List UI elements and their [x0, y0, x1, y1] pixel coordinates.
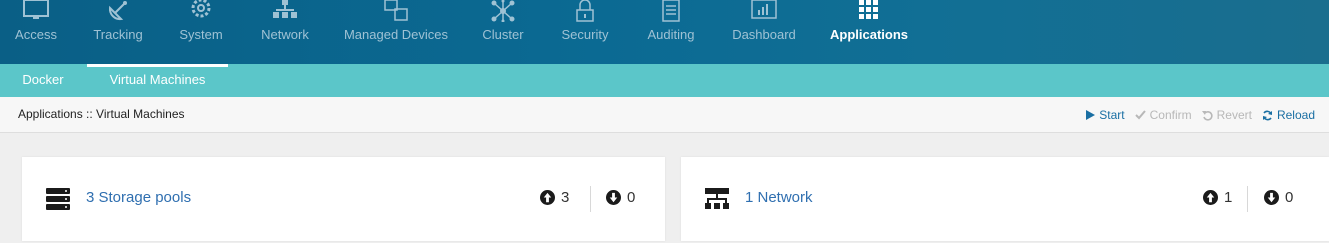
up-count-value: 1 [1224, 189, 1233, 206]
nav-item-tracking[interactable]: Tracking [90, 0, 146, 64]
network-card: 1 Network 1 0 [681, 157, 1329, 241]
confirm-button[interactable]: Confirm [1134, 108, 1192, 122]
grid-icon [859, 0, 878, 19]
breadcrumb-bar: Applications :: Virtual Machines Start C… [0, 97, 1329, 133]
revert-label: Revert [1216, 108, 1252, 122]
tab-virtual-machines[interactable]: Virtual Machines [87, 64, 228, 97]
nav-label: System [179, 27, 223, 42]
arrow-up-circle-icon [540, 190, 555, 205]
nav-label: Auditing [647, 27, 695, 42]
confirm-label: Confirm [1149, 108, 1192, 122]
divider [590, 186, 591, 212]
top-navigation: Access Tracking System Network Managed D… [0, 0, 1329, 64]
nav-item-cluster[interactable]: Cluster [478, 0, 528, 64]
arrow-down-circle-icon [1264, 190, 1279, 205]
nav-label: Security [561, 27, 609, 42]
start-button[interactable]: Start [1086, 108, 1125, 122]
play-icon [1086, 110, 1096, 120]
lock-icon [576, 0, 594, 22]
storage-pools-card: 3 Storage pools 3 0 [22, 157, 665, 241]
action-toolbar: Start Confirm Revert Reload [1086, 108, 1315, 122]
down-count: 0 [1264, 189, 1293, 206]
down-count: 0 [606, 189, 635, 206]
down-count-value: 0 [627, 189, 636, 206]
reload-button[interactable]: Reload [1262, 108, 1315, 122]
up-count: 3 [540, 189, 569, 206]
storage-pools-link[interactable]: 3 Storage pools [86, 189, 191, 206]
reload-label: Reload [1276, 108, 1315, 122]
revert-button[interactable]: Revert [1201, 108, 1252, 122]
network-icon [705, 188, 729, 209]
nav-label: Managed Devices [343, 27, 449, 42]
divider [1247, 186, 1248, 212]
up-count-value: 3 [561, 189, 570, 206]
nav-item-auditing[interactable]: Auditing [644, 0, 698, 64]
server-stack-icon [46, 188, 70, 210]
network-tree-icon [273, 0, 297, 18]
nav-label: Tracking [93, 27, 143, 42]
nav-item-managed-devices[interactable]: Managed Devices [344, 0, 448, 64]
tab-docker[interactable]: Docker [16, 64, 70, 97]
document-icon [662, 0, 680, 22]
breadcrumb: Applications :: Virtual Machines [18, 107, 185, 121]
undo-icon [1201, 110, 1213, 121]
nav-item-security[interactable]: Security [560, 0, 610, 64]
devices-icon [384, 0, 408, 21]
satellite-dish-icon [108, 1, 127, 21]
nav-item-network[interactable]: Network [257, 0, 313, 64]
nav-item-applications[interactable]: Applications [830, 0, 908, 64]
nav-label: Cluster [482, 27, 524, 42]
arrow-down-circle-icon [606, 190, 621, 205]
dashboard-icon [751, 0, 777, 19]
down-count-value: 0 [1285, 189, 1294, 206]
network-link[interactable]: 1 Network [745, 189, 813, 206]
nav-item-access[interactable]: Access [10, 0, 62, 64]
gear-icon [191, 0, 211, 18]
nav-label: Dashboard [732, 27, 796, 42]
nav-item-dashboard[interactable]: Dashboard [730, 0, 798, 64]
up-count: 1 [1203, 189, 1232, 206]
nav-label: Network [261, 27, 309, 42]
nav-label: Access [15, 27, 57, 42]
nav-label: Applications [830, 27, 909, 42]
check-icon [1134, 110, 1146, 120]
refresh-icon [1262, 110, 1272, 120]
monitor-icon [23, 0, 49, 19]
start-label: Start [1099, 108, 1125, 122]
arrow-up-circle-icon [1203, 190, 1218, 205]
sub-navigation: Docker Virtual Machines [0, 64, 1329, 97]
nav-item-system[interactable]: System [176, 0, 226, 64]
cluster-icon [491, 0, 515, 22]
